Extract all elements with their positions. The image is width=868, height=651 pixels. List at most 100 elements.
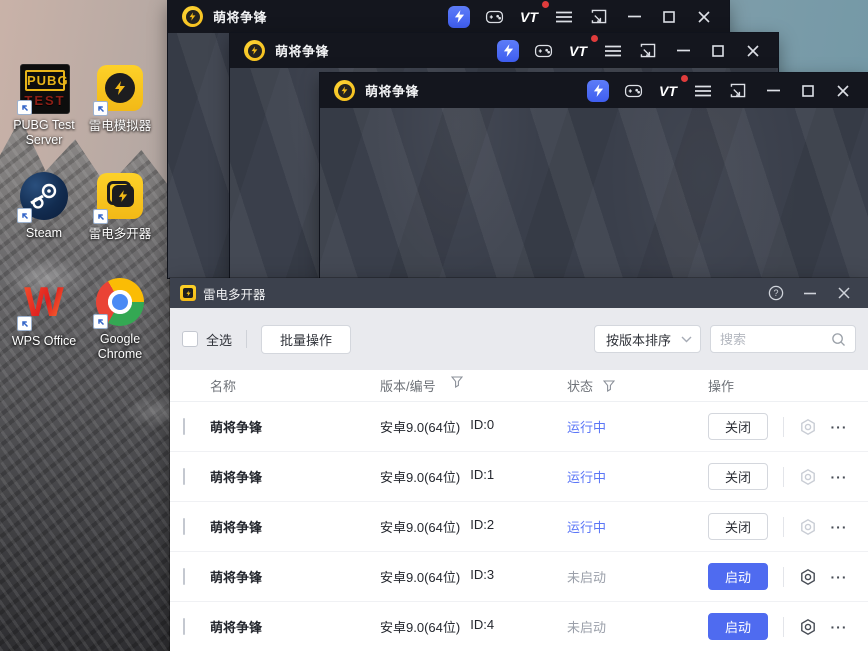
close-icon[interactable] (830, 281, 858, 305)
vt-indicator[interactable]: VT (516, 0, 549, 29)
shortcut-arrow-icon (17, 316, 32, 331)
minimize-icon[interactable] (670, 39, 696, 63)
desktop-icon-ld-multiplayer[interactable]: 雷电多开器 (82, 172, 158, 242)
desktop-icon-wps-office[interactable]: W WPS Office (6, 278, 82, 349)
instance-name: 萌将争锋 (210, 470, 263, 485)
menu-icon[interactable] (551, 5, 577, 29)
instance-version: 安卓9.0(64位) (380, 620, 461, 635)
desktop-icon-pubg-test-server[interactable]: PUBG TEST PUBG Test Server (6, 64, 82, 148)
manager-app-icon (180, 285, 196, 301)
ldplayer-icon (93, 65, 144, 116)
instance-action-button[interactable]: 启动 (708, 563, 768, 590)
help-icon[interactable]: ? (762, 281, 790, 305)
header-name: 名称 (210, 379, 237, 394)
vt-indicator[interactable]: VT (565, 34, 598, 63)
row-checkbox[interactable] (183, 468, 185, 485)
maximize-icon[interactable] (795, 79, 821, 103)
desktop-icon-label: Google Chrome (97, 332, 143, 361)
app-logo-icon (182, 6, 203, 27)
emulator-titlebar[interactable]: 萌将争锋 VT (320, 73, 868, 108)
gamepad-icon[interactable] (620, 79, 646, 103)
instance-action-button[interactable]: 关闭 (708, 463, 768, 490)
instance-row: 萌将争锋 安卓9.0(64位) ID:2 运行中 关闭 ··· (170, 502, 868, 552)
instance-version: 安卓9.0(64位) (380, 570, 461, 585)
instance-action-button[interactable]: 关闭 (708, 513, 768, 540)
instance-name: 萌将争锋 (210, 420, 263, 435)
settings-gear-icon[interactable] (797, 416, 819, 438)
shrink-window-icon[interactable] (725, 79, 751, 103)
desktop-icon-ldplayer[interactable]: 雷电模拟器 (82, 64, 158, 134)
emulator-window-3: 萌将争锋 VT (320, 73, 868, 278)
status-badge: 运行中 (567, 470, 607, 485)
filter-icon[interactable] (603, 379, 616, 392)
shortcut-arrow-icon (17, 208, 32, 223)
desktop-icon-label: WPS Office (11, 334, 77, 348)
pubg-art-text: PUBG (25, 70, 68, 91)
toolbar-divider (246, 330, 248, 348)
multi-instance-manager-window: 雷电多开器 ? 全选 批量操作 按版本排序 搜索 名称 版本/编号 状态 操作 … (170, 278, 868, 651)
select-all-label: 全选 (206, 332, 233, 348)
instance-action-button[interactable]: 关闭 (708, 413, 768, 440)
search-input[interactable] (720, 331, 831, 347)
emulator-titlebar[interactable]: 萌将争锋 VT (168, 0, 729, 33)
settings-gear-icon[interactable] (797, 516, 819, 538)
manager-titlebar[interactable]: 雷电多开器 ? (170, 278, 868, 308)
instance-row: 萌将争锋 安卓9.0(64位) ID:4 未启动 启动 ··· (170, 602, 868, 651)
menu-icon[interactable] (600, 39, 626, 63)
gamepad-icon[interactable] (481, 5, 507, 29)
manager-toolbar: 全选 批量操作 按版本排序 (170, 308, 868, 370)
filter-icon[interactable] (450, 376, 463, 395)
shrink-window-icon[interactable] (635, 39, 661, 63)
close-icon[interactable] (740, 39, 766, 63)
desktop-icon-google-chrome[interactable]: Google Chrome (82, 278, 158, 362)
instance-id: ID:2 (470, 517, 495, 532)
emulator-titlebar[interactable]: 萌将争锋 VT (230, 33, 778, 68)
instance-id: ID:1 (470, 467, 495, 482)
minimize-icon[interactable] (760, 79, 786, 103)
search-box[interactable] (710, 325, 856, 353)
minimize-icon[interactable] (621, 5, 647, 29)
settings-gear-icon[interactable] (797, 616, 819, 638)
gamepad-icon[interactable] (530, 39, 556, 63)
row-checkbox[interactable] (183, 518, 185, 535)
close-icon[interactable] (691, 5, 717, 29)
manager-window-title: 雷电多开器 (203, 287, 266, 302)
instance-action-button[interactable]: 启动 (708, 613, 768, 640)
boost-icon[interactable] (495, 39, 521, 63)
row-checkbox[interactable] (183, 418, 185, 435)
more-options-icon[interactable]: ··· (827, 516, 851, 538)
ld-multiplayer-icon (93, 173, 144, 224)
instance-name: 萌将争锋 (210, 620, 263, 635)
settings-gear-icon[interactable] (797, 466, 819, 488)
shortcut-arrow-icon (93, 314, 108, 329)
row-checkbox[interactable] (183, 568, 185, 585)
sort-dropdown[interactable]: 按版本排序 (594, 325, 701, 353)
status-badge: 未启动 (567, 620, 607, 635)
status-badge: 运行中 (567, 420, 607, 435)
minimize-icon[interactable] (796, 281, 824, 305)
instance-version: 安卓9.0(64位) (380, 470, 461, 485)
more-options-icon[interactable]: ··· (827, 416, 851, 438)
more-options-icon[interactable]: ··· (827, 566, 851, 588)
maximize-icon[interactable] (656, 5, 682, 29)
settings-gear-icon[interactable] (797, 566, 819, 588)
boost-icon[interactable] (446, 5, 472, 29)
vt-red-dot (542, 0, 549, 8)
wps-office-icon: W (17, 280, 68, 331)
row-checkbox[interactable] (183, 618, 185, 635)
desktop-icon-label: 雷电模拟器 (88, 119, 152, 133)
more-options-icon[interactable]: ··· (827, 616, 851, 638)
select-all-checkbox[interactable] (182, 331, 198, 347)
desktop-icon-steam[interactable]: Steam (6, 172, 82, 241)
batch-operations-button[interactable]: 批量操作 (261, 324, 352, 354)
window-title: 萌将争锋 (213, 10, 268, 25)
desktop-icon-label: Steam (25, 226, 63, 240)
maximize-icon[interactable] (705, 39, 731, 63)
vt-indicator[interactable]: VT (655, 74, 688, 103)
close-icon[interactable] (830, 79, 856, 103)
menu-icon[interactable] (690, 79, 716, 103)
boost-icon[interactable] (585, 79, 611, 103)
header-status: 状态 (567, 379, 594, 394)
more-options-icon[interactable]: ··· (827, 466, 851, 488)
shrink-window-icon[interactable] (586, 5, 612, 29)
